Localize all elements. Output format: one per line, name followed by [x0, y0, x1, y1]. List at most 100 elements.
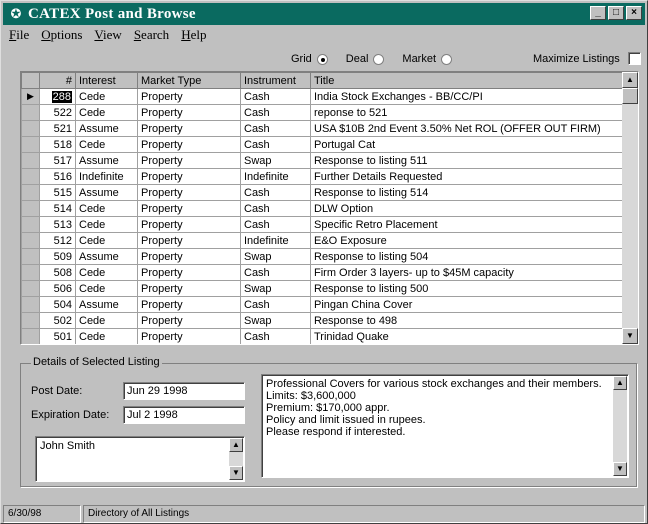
cell-instrument[interactable]: Cash	[240, 104, 311, 121]
cell-market-type[interactable]: Property	[137, 312, 241, 329]
row-selector[interactable]	[21, 136, 40, 153]
scroll-up-arrow-icon[interactable]: ▲	[622, 72, 638, 88]
scroll-thumb[interactable]	[622, 88, 638, 104]
cell-instrument[interactable]: Cash	[240, 328, 311, 344]
table-row[interactable]: 517 Assume Property Swap Response to listing…	[21, 152, 623, 169]
cell-number[interactable]: 518	[39, 136, 76, 153]
row-selector[interactable]	[21, 328, 40, 344]
column-header-title[interactable]: Title	[310, 72, 623, 89]
cell-number[interactable]: 288	[39, 88, 76, 105]
cell-interest[interactable]: Cede	[75, 312, 138, 329]
cell-market-type[interactable]: Property	[137, 168, 241, 185]
cell-market-type[interactable]: Property	[137, 248, 241, 265]
cell-number[interactable]: 509	[39, 248, 76, 265]
scroll-up-arrow-icon[interactable]: ▲	[229, 438, 243, 452]
cell-title[interactable]: reponse to 521	[310, 104, 623, 121]
cell-instrument[interactable]: Cash	[240, 216, 311, 233]
row-selector[interactable]	[21, 200, 40, 217]
row-selector[interactable]	[21, 280, 40, 297]
cell-interest[interactable]: Cede	[75, 232, 138, 249]
cell-interest[interactable]: Assume	[75, 296, 138, 313]
cell-number[interactable]: 504	[39, 296, 76, 313]
menu-help[interactable]: Help	[181, 27, 206, 45]
row-selector[interactable]	[21, 312, 40, 329]
grid-vertical-scrollbar[interactable]: ▲ ▼	[622, 72, 638, 344]
column-header-market-type[interactable]: Market Type	[137, 72, 241, 89]
maximize-listings-checkbox[interactable]	[627, 52, 641, 65]
cell-title[interactable]: Specific Retro Placement	[310, 216, 623, 233]
column-header-instrument[interactable]: Instrument	[240, 72, 311, 89]
cell-interest[interactable]: Assume	[75, 152, 138, 169]
cell-instrument[interactable]: Swap	[240, 152, 311, 169]
view-option-deal[interactable]: Deal	[346, 53, 385, 65]
row-selector[interactable]	[21, 168, 40, 185]
cell-title[interactable]: Trinidad Quake	[310, 328, 623, 344]
maximize-button[interactable]: □	[608, 6, 624, 20]
cell-number[interactable]: 501	[39, 328, 76, 344]
cell-number[interactable]: 506	[39, 280, 76, 297]
cell-interest[interactable]: Cede	[75, 200, 138, 217]
menu-view[interactable]: View	[94, 27, 121, 45]
cell-title[interactable]: Firm Order 3 layers- up to $45M capacity	[310, 264, 623, 281]
close-button[interactable]: ×	[626, 6, 642, 20]
column-header-interest[interactable]: Interest	[75, 72, 138, 89]
row-selector[interactable]	[21, 232, 40, 249]
cell-number[interactable]: 513	[39, 216, 76, 233]
scroll-down-arrow-icon[interactable]: ▼	[229, 466, 243, 480]
view-option-grid[interactable]: Grid	[291, 53, 328, 65]
cell-title[interactable]: Response to listing 504	[310, 248, 623, 265]
row-selector[interactable]	[21, 184, 40, 201]
cell-number[interactable]: 522	[39, 104, 76, 121]
table-row[interactable]: 506 Cede Property Swap Response to listing 5…	[21, 280, 623, 297]
cell-number[interactable]: 514	[39, 200, 76, 217]
table-row[interactable]: 521 Assume Property Cash USA $10B 2nd Event …	[21, 120, 623, 137]
cell-number[interactable]: 512	[39, 232, 76, 249]
maximize-listings-control[interactable]: Maximize Listings	[533, 52, 641, 65]
cell-instrument[interactable]: Cash	[240, 184, 311, 201]
description-memo[interactable]: Professional Covers for various stock ex…	[261, 374, 629, 478]
cell-market-type[interactable]: Property	[137, 104, 241, 121]
cell-market-type[interactable]: Property	[137, 88, 241, 105]
cell-instrument[interactable]: Cash	[240, 136, 311, 153]
market-radio[interactable]	[441, 53, 453, 65]
cell-market-type[interactable]: Property	[137, 232, 241, 249]
table-row[interactable]: 508 Cede Property Cash Firm Order 3 layers- …	[21, 264, 623, 281]
cell-market-type[interactable]: Property	[137, 120, 241, 137]
menu-options[interactable]: Options	[41, 27, 82, 45]
scroll-down-arrow-icon[interactable]: ▼	[622, 328, 638, 344]
cell-instrument[interactable]: Swap	[240, 280, 311, 297]
row-selector[interactable]	[21, 120, 40, 137]
cell-market-type[interactable]: Property	[137, 264, 241, 281]
table-row[interactable]: 501 Cede Property Cash Trinidad Quake	[21, 328, 623, 344]
contact-memo-scrollbar[interactable]: ▲ ▼	[229, 438, 243, 480]
cell-interest[interactable]: Cede	[75, 216, 138, 233]
cell-interest[interactable]: Assume	[75, 184, 138, 201]
table-row[interactable]: ▶ 288 Cede Property Cash India Stock Exchange…	[21, 88, 623, 105]
table-row[interactable]: 509 Assume Property Swap Response to listing…	[21, 248, 623, 265]
cell-interest[interactable]: Cede	[75, 136, 138, 153]
menu-file[interactable]: File	[9, 27, 29, 45]
table-row[interactable]: 522 Cede Property Cash reponse to 521	[21, 104, 623, 121]
listings-grid[interactable]: # Interest Market Type Instrument Title …	[20, 71, 639, 345]
cell-interest[interactable]: Cede	[75, 328, 138, 344]
cell-title[interactable]: Response to 498	[310, 312, 623, 329]
cell-market-type[interactable]: Property	[137, 152, 241, 169]
cell-market-type[interactable]: Property	[137, 184, 241, 201]
cell-number[interactable]: 508	[39, 264, 76, 281]
cell-instrument[interactable]: Cash	[240, 296, 311, 313]
table-row[interactable]: 515 Assume Property Cash Response to listing…	[21, 184, 623, 201]
view-option-market[interactable]: Market	[402, 53, 453, 65]
table-row[interactable]: 514 Cede Property Cash DLW Option	[21, 200, 623, 217]
cell-market-type[interactable]: Property	[137, 296, 241, 313]
cell-title[interactable]: Further Details Requested	[310, 168, 623, 185]
cell-title[interactable]: E&O Exposure	[310, 232, 623, 249]
column-header-number[interactable]: #	[39, 72, 76, 89]
contact-memo[interactable]: John Smith ▲ ▼	[35, 436, 245, 482]
deal-radio[interactable]	[373, 53, 385, 65]
cell-interest[interactable]: Assume	[75, 248, 138, 265]
expiration-date-field[interactable]: Jul 2 1998	[123, 406, 245, 424]
cell-title[interactable]: Portugal Cat	[310, 136, 623, 153]
table-row[interactable]: 516 Indefinite Property Indefinite Further D…	[21, 168, 623, 185]
cell-title[interactable]: DLW Option	[310, 200, 623, 217]
row-selector[interactable]: ▶	[21, 88, 40, 105]
